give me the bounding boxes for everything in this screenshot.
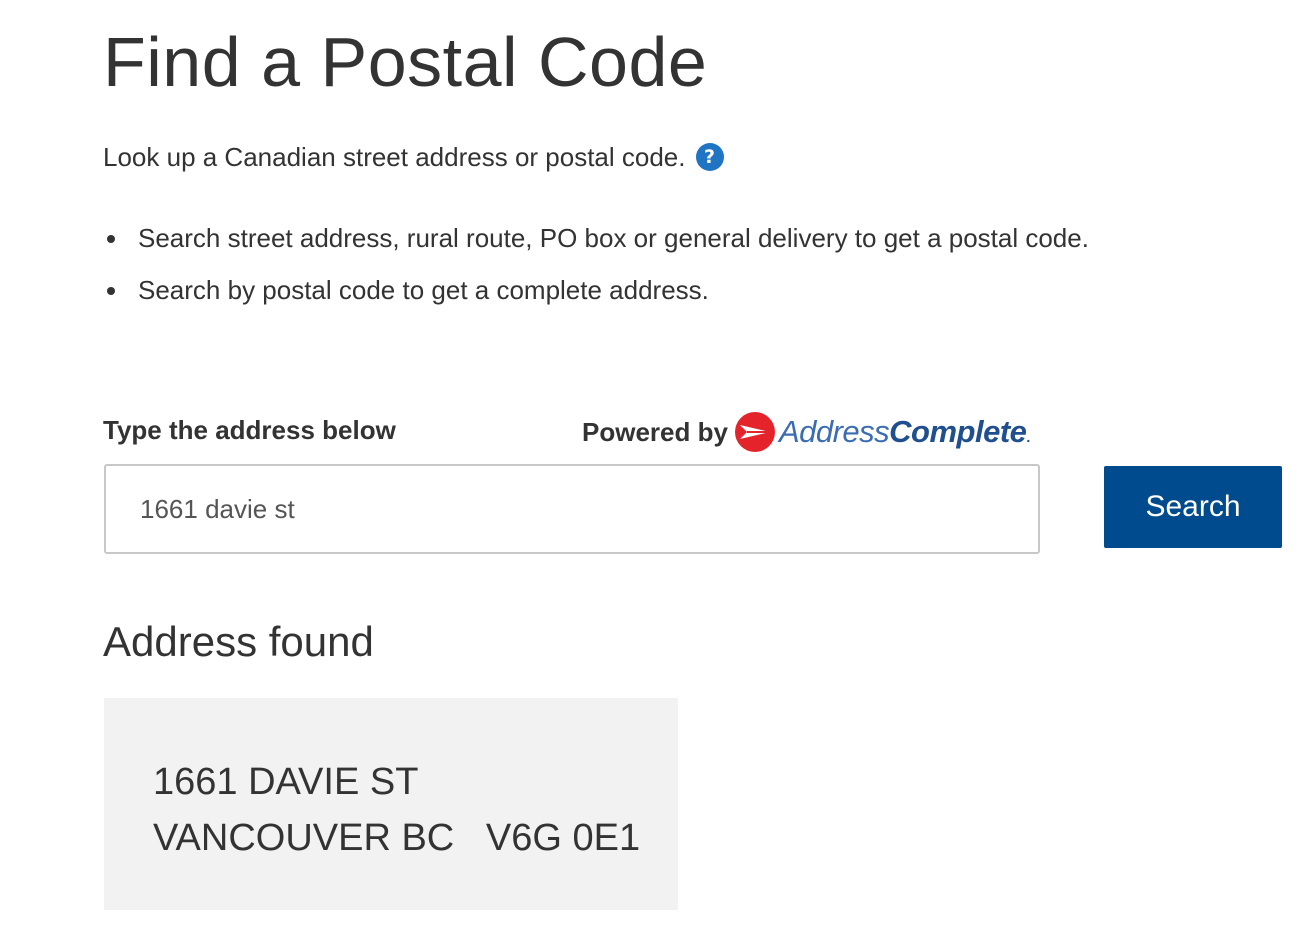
- tip-text: Search by postal code to get a complete …: [138, 275, 709, 305]
- canada-post-logo-icon: [734, 412, 775, 452]
- address-field-label: Type the address below: [103, 415, 396, 445]
- tip-text: Search street address, rural route, PO b…: [138, 223, 1089, 253]
- search-button[interactable]: Search: [1104, 466, 1282, 548]
- brand-bold-text: Complete: [889, 414, 1027, 449]
- tips-list: Search street address, rural route, PO b…: [103, 222, 1089, 326]
- addresscomplete-logo: AddressComplete.: [779, 414, 1030, 450]
- intro-text-row: Look up a Canadian street address or pos…: [103, 141, 724, 173]
- results-title: Address found: [103, 618, 374, 665]
- powered-by-text: Powered by: [582, 416, 728, 447]
- question-circle-icon[interactable]: ?: [695, 143, 724, 171]
- address-result-card[interactable]: 1661 DAVIE ST VANCOUVER BC V6G 0E1: [104, 698, 678, 910]
- bullet-icon: [107, 235, 115, 243]
- bullet-icon: [107, 287, 115, 295]
- address-line-2: VANCOUVER BC V6G 0E1: [153, 817, 641, 859]
- brand-light-text: Address: [778, 414, 890, 449]
- list-item: Search street address, rural route, PO b…: [103, 222, 1089, 254]
- address-search-input[interactable]: [104, 464, 1040, 554]
- intro-text: Look up a Canadian street address or pos…: [103, 142, 686, 172]
- address-line-1: 1661 DAVIE ST: [153, 761, 419, 803]
- brand-dot-text: .: [1026, 429, 1030, 445]
- list-item: Search by postal code to get a complete …: [103, 274, 1089, 306]
- page-title: Find a Postal Code: [103, 23, 708, 101]
- powered-by: Powered by AddressComplete.: [582, 411, 1030, 453]
